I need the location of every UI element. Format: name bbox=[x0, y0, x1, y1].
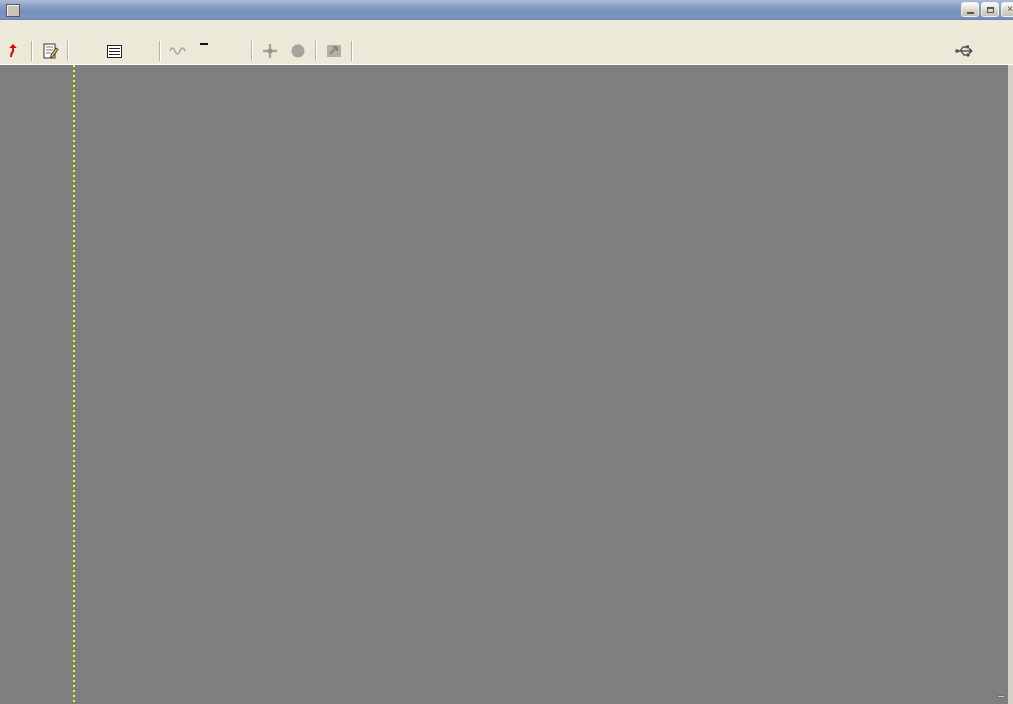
toolbar-separator bbox=[315, 41, 317, 61]
menu-bar bbox=[0, 20, 1013, 38]
red-return-arrow-icon bbox=[6, 43, 22, 59]
toolbar-separator bbox=[159, 41, 161, 61]
ms-plus-button[interactable] bbox=[220, 39, 248, 63]
toolbar-separator bbox=[31, 41, 33, 61]
toolbar-separator bbox=[67, 41, 69, 61]
parameter-list-button[interactable] bbox=[100, 39, 128, 63]
record-circle-icon bbox=[290, 43, 306, 59]
record-button[interactable] bbox=[284, 39, 312, 63]
font-larger-button[interactable] bbox=[384, 39, 412, 63]
back-button[interactable] bbox=[0, 39, 28, 63]
waveform-button[interactable] bbox=[164, 39, 192, 63]
auto-scale-icon bbox=[326, 44, 342, 58]
usb-connection-button[interactable] bbox=[951, 39, 979, 63]
crosshair-marker-icon bbox=[262, 43, 278, 59]
sine-wave-icon bbox=[169, 45, 187, 57]
ms-timebase-button[interactable] bbox=[192, 39, 220, 63]
report-button[interactable] bbox=[36, 39, 64, 63]
list-icon bbox=[107, 45, 122, 58]
restore-icon bbox=[987, 7, 994, 13]
prev-page-button[interactable] bbox=[72, 39, 100, 63]
ms-overbar bbox=[200, 43, 208, 45]
restore-button[interactable] bbox=[981, 2, 999, 17]
close-button[interactable]: × bbox=[1001, 2, 1013, 17]
usb-icon bbox=[954, 42, 976, 60]
app-window: × bbox=[0, 0, 1013, 704]
next-page-button[interactable] bbox=[128, 39, 156, 63]
toolbar bbox=[0, 38, 1013, 65]
scrollbar-strip[interactable] bbox=[1008, 65, 1013, 704]
notepad-icon bbox=[42, 43, 59, 60]
scale-button[interactable] bbox=[320, 39, 348, 63]
title-bar[interactable]: × bbox=[0, 0, 1013, 20]
font-smaller-button[interactable] bbox=[356, 39, 384, 63]
cursor-line[interactable] bbox=[73, 65, 75, 704]
toolbar-separator bbox=[351, 41, 353, 61]
marker-button[interactable] bbox=[256, 39, 284, 63]
timebase-label bbox=[997, 695, 1005, 698]
toolbar-separator bbox=[251, 41, 253, 61]
minimize-button[interactable] bbox=[961, 2, 979, 17]
app-icon bbox=[6, 4, 20, 17]
chart-area[interactable] bbox=[0, 65, 1013, 704]
